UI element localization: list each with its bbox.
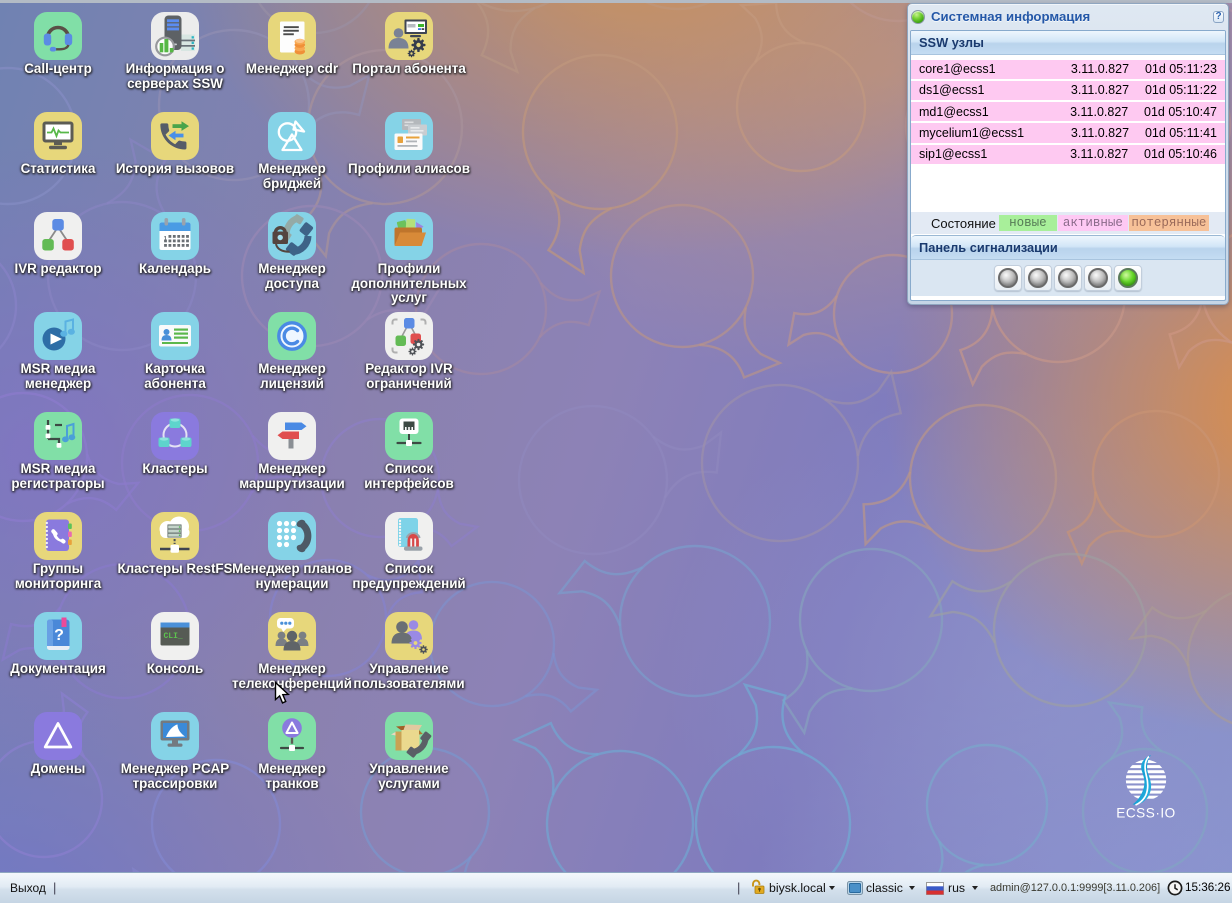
svg-text:?: ?	[54, 627, 64, 644]
svg-text:CLI_: CLI_	[164, 632, 183, 641]
svg-text:ECSS·IO: ECSS·IO	[1116, 806, 1175, 821]
